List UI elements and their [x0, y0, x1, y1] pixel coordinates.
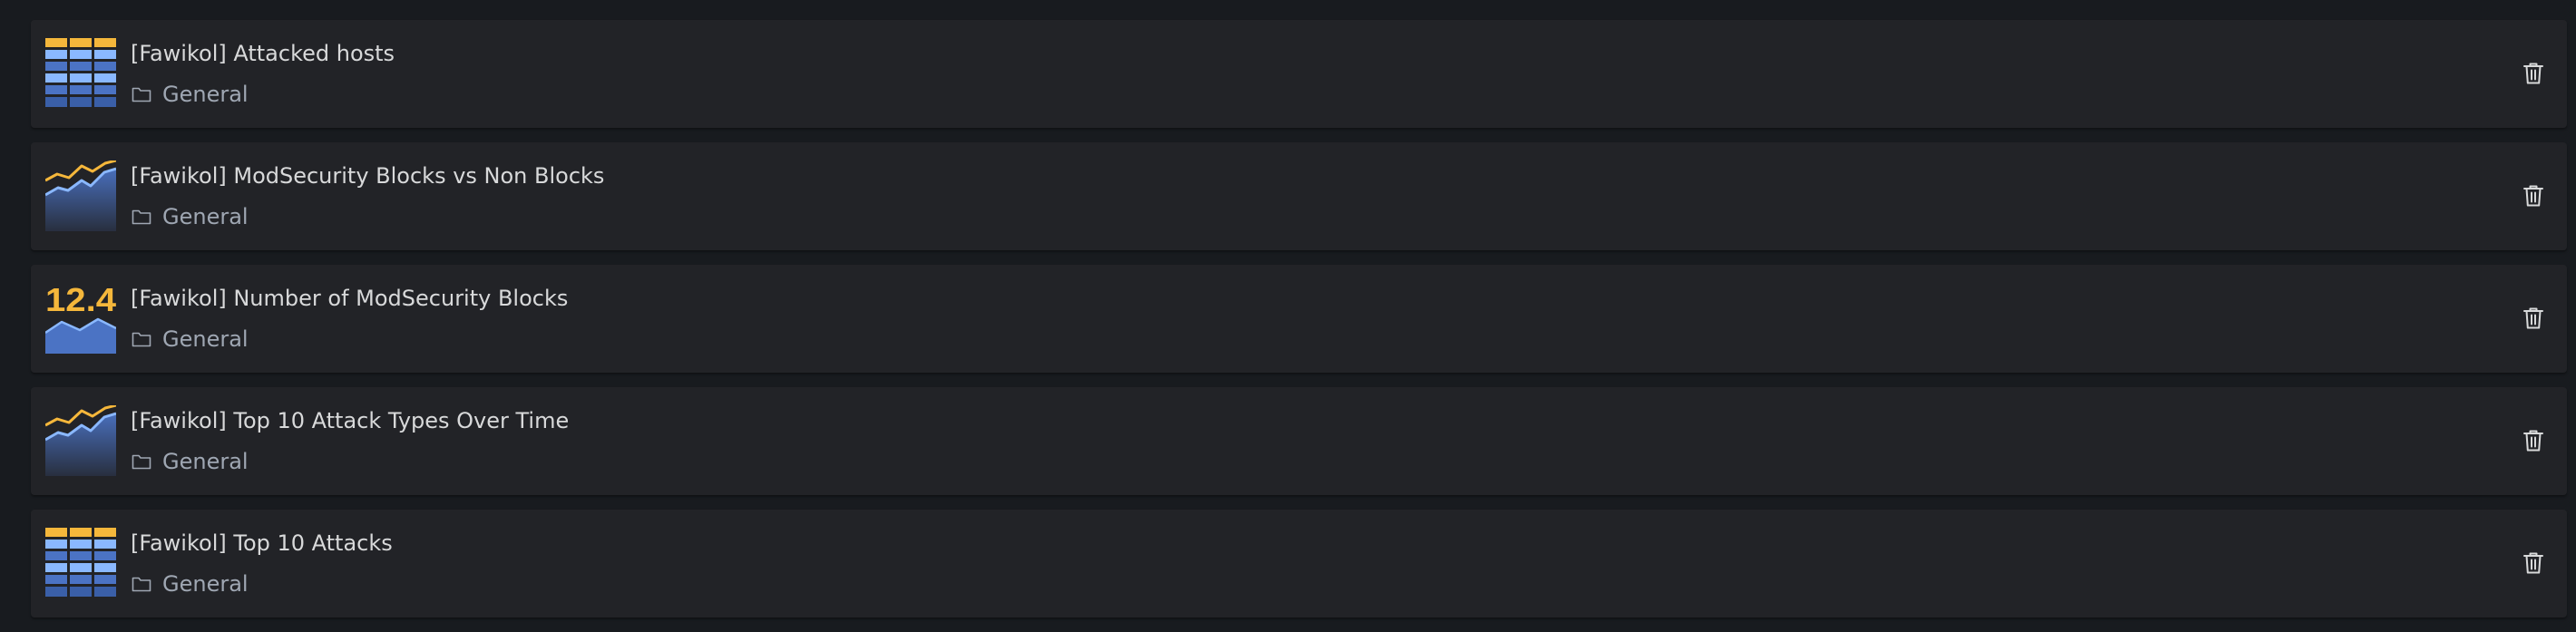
trash-icon — [2523, 307, 2543, 329]
folder-icon — [132, 87, 151, 102]
trash-icon — [2523, 430, 2543, 452]
folder-label: General — [162, 204, 249, 229]
library-panel-card[interactable]: [Fawikol] Top 10 Attack Types Over Time … — [31, 387, 2567, 495]
delete-button[interactable] — [2520, 549, 2547, 577]
panel-title[interactable]: [Fawikol] Number of ModSecurity Blocks — [131, 283, 568, 314]
trash-icon — [2523, 63, 2543, 84]
folder-label: General — [162, 449, 249, 474]
folder-label: General — [162, 82, 249, 107]
timeseries-viz-icon — [45, 160, 116, 231]
stat-value: 12.4 — [45, 283, 116, 318]
trash-icon — [2523, 185, 2543, 207]
panel-title[interactable]: [Fawikol] Top 10 Attack Types Over Time — [131, 405, 569, 436]
panel-folder: General — [131, 324, 249, 355]
delete-button[interactable] — [2520, 305, 2547, 332]
stat-viz-icon: 12.4 — [45, 283, 116, 354]
folder-icon — [132, 332, 151, 347]
folder-label: General — [162, 326, 249, 352]
folder-icon — [132, 209, 151, 225]
delete-button[interactable] — [2520, 182, 2547, 209]
library-panel-card[interactable]: 12.4 [Fawikol] Number of ModSecurity Blo… — [31, 265, 2567, 373]
panel-folder: General — [131, 201, 249, 232]
folder-label: General — [162, 571, 249, 597]
folder-icon — [132, 577, 151, 592]
library-panel-card[interactable]: [Fawikol] Attacked hosts General — [31, 20, 2567, 128]
folder-icon — [132, 454, 151, 470]
library-panel-list: [Fawikol] Attacked hosts General [Fawiko… — [31, 20, 2567, 632]
panel-title[interactable]: [Fawikol] Top 10 Attacks — [131, 528, 393, 559]
delete-button[interactable] — [2520, 427, 2547, 454]
table-viz-icon — [45, 528, 116, 597]
trash-icon — [2523, 552, 2543, 574]
panel-folder: General — [131, 79, 249, 110]
library-panel-card[interactable]: [Fawikol] ModSecurity Blocks vs Non Bloc… — [31, 142, 2567, 250]
panel-title[interactable]: [Fawikol] Attacked hosts — [131, 38, 395, 69]
panel-folder: General — [131, 569, 249, 599]
table-viz-icon — [45, 38, 116, 107]
panel-folder: General — [131, 446, 249, 477]
timeseries-viz-icon — [45, 405, 116, 476]
delete-button[interactable] — [2520, 60, 2547, 87]
library-panel-card[interactable]: [Fawikol] Top 10 Attacks General — [31, 510, 2567, 617]
panel-title[interactable]: [Fawikol] ModSecurity Blocks vs Non Bloc… — [131, 160, 604, 191]
